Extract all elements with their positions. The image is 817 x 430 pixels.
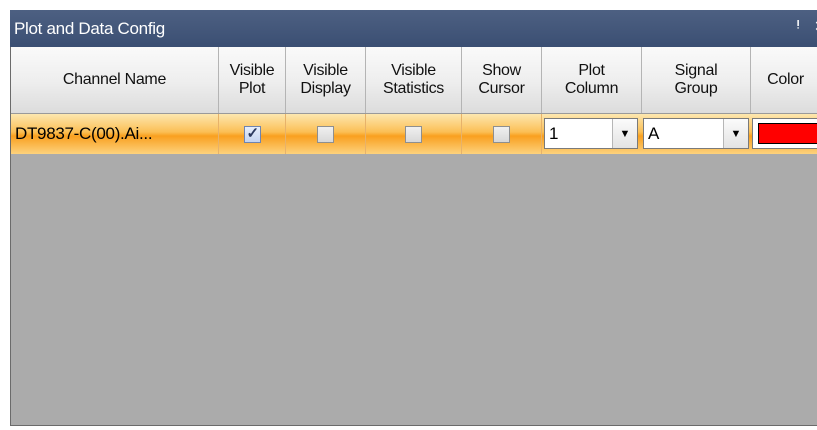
plot-data-config-panel: Plot and Data Config ᵎ × Channel Name Vi… <box>0 0 817 430</box>
signal-group-dropdown[interactable]: A ▼ <box>643 118 749 149</box>
plot-column-dropdown[interactable]: 1 ▼ <box>544 118 638 149</box>
check-mark-icon: ✓ <box>246 124 260 142</box>
signal-group-value: A <box>648 124 660 143</box>
column-header-visible-display[interactable]: Visible Display <box>286 47 366 113</box>
visible-plot-cell: ✓ <box>219 114 286 154</box>
plot-column-value: 1 <box>549 124 559 143</box>
visible-statistics-checkbox[interactable] <box>405 125 422 143</box>
table-row[interactable]: DT9837-C(00).Ai... ✓ 1 ▼ A ▼ <box>11 114 817 154</box>
panel-titlebar: Plot and Data Config ᵎ × <box>10 10 817 47</box>
config-grid: Channel Name Visible Plot Visible Displa… <box>10 47 817 426</box>
show-cursor-checkbox[interactable] <box>493 125 510 143</box>
visible-statistics-cell <box>366 114 462 154</box>
column-header-color[interactable]: Color <box>751 47 817 113</box>
channel-name-cell[interactable]: DT9837-C(00).Ai... <box>11 114 219 154</box>
panel-title: Plot and Data Config <box>14 19 165 38</box>
pin-icon[interactable]: ᵎ <box>797 17 799 35</box>
column-header-show-cursor[interactable]: Show Cursor <box>462 47 542 113</box>
column-header-visible-plot[interactable]: Visible Plot <box>219 47 286 113</box>
column-header-plot-column[interactable]: Plot Column <box>542 47 642 113</box>
column-header-signal-group[interactable]: Signal Group <box>642 47 751 113</box>
color-picker[interactable] <box>752 118 817 149</box>
chevron-down-icon[interactable]: ▼ <box>612 119 637 148</box>
column-header-visible-statistics[interactable]: Visible Statistics <box>366 47 462 113</box>
show-cursor-cell <box>462 114 542 154</box>
grid-header-row: Channel Name Visible Plot Visible Displa… <box>11 47 817 114</box>
visible-plot-checkbox[interactable]: ✓ <box>243 124 261 143</box>
chevron-down-icon[interactable]: ▼ <box>723 119 748 148</box>
color-swatch <box>758 123 817 144</box>
column-header-channel-name[interactable]: Channel Name <box>11 47 219 113</box>
visible-display-cell <box>286 114 366 154</box>
visible-display-checkbox[interactable] <box>317 125 334 143</box>
